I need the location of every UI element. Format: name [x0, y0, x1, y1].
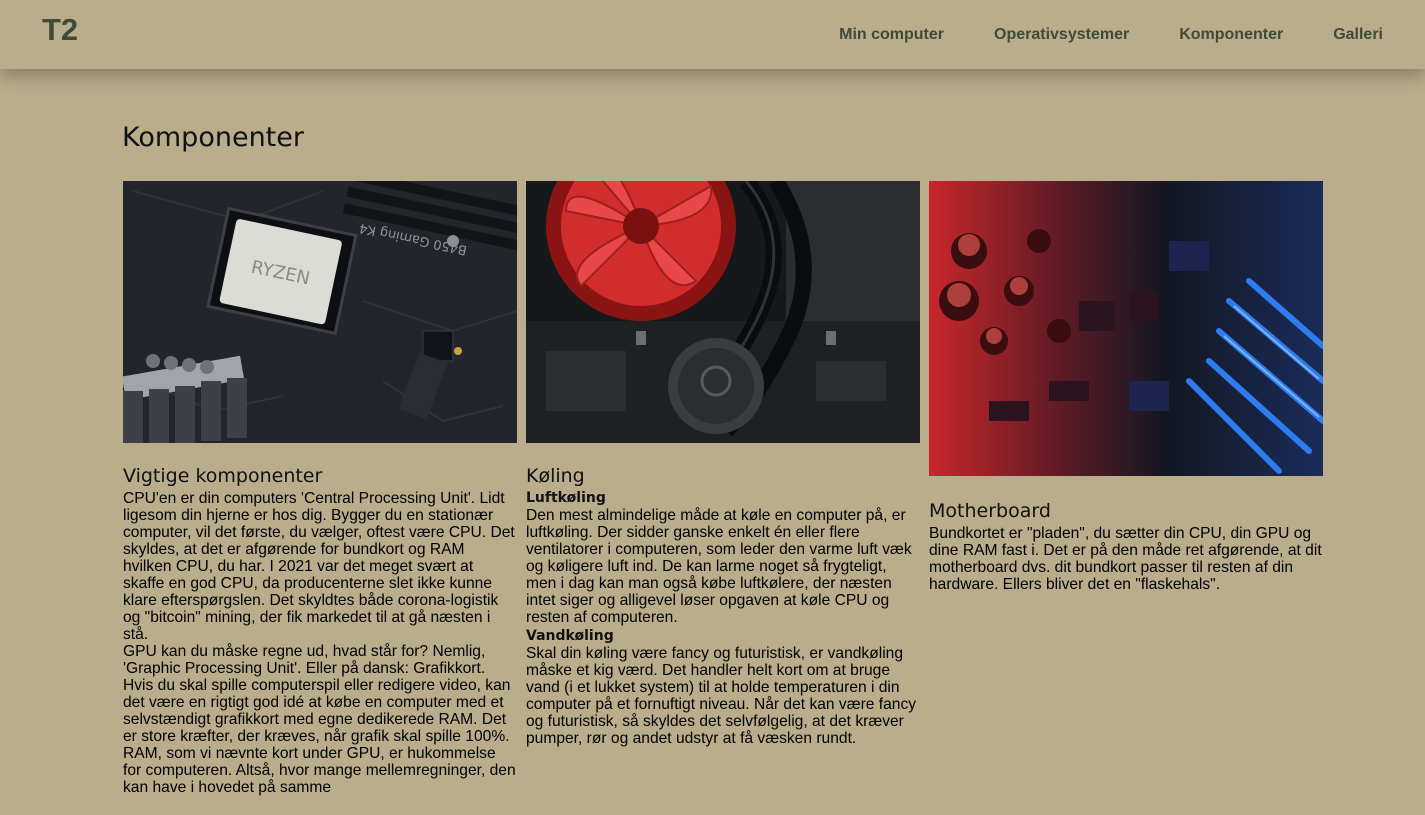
card-vigtige-komponenter: RYZEN B450 Gaming K4 Vigtige komponenter…: [123, 181, 517, 796]
paragraph-motherboard: Bundkortet er "pladen", du sætter din CP…: [929, 525, 1322, 593]
card-koeling: Køling Luftkøling Den mest almindelige m…: [526, 181, 920, 747]
card-title: Køling: [526, 465, 585, 487]
top-navigation-bar: T2 Min computer Operativsystemer Kompone…: [0, 0, 1425, 69]
subtitle-luftkoeling: Luftkøling: [526, 490, 606, 506]
cpu-motherboard-photo: RYZEN B450 Gaming K4: [123, 181, 517, 443]
paragraph-vandkoeling: Skal din køling være fancy og futuristis…: [526, 645, 917, 747]
motherboard-closeup-photo: [929, 181, 1323, 476]
subtitle-vandkoeling: Vandkøling: [526, 628, 614, 644]
nav-link-operativsystemer[interactable]: Operativsystemer: [994, 26, 1129, 44]
paragraph-luftkoeling: Den mest almindelige måde at køle en com…: [526, 507, 912, 626]
card-motherboard: Motherboard Bundkortet er "pladen", du s…: [929, 181, 1323, 593]
main-nav: Min computer Operativsystemer Komponente…: [789, 26, 1383, 44]
paragraph-cpu: CPU'en er din computers 'Central Process…: [123, 490, 515, 643]
page-title: Komponenter: [122, 122, 304, 153]
site-logo[interactable]: T2: [42, 12, 78, 48]
card-title: Motherboard: [929, 500, 1051, 522]
nav-link-min-computer[interactable]: Min computer: [839, 26, 944, 44]
paragraph-gpu: GPU kan du måske regne ud, hvad står for…: [123, 643, 511, 745]
nav-link-komponenter[interactable]: Komponenter: [1179, 26, 1283, 44]
paragraph-ram: RAM, som vi nævnte kort under GPU, er hu…: [123, 745, 516, 796]
nav-link-galleri[interactable]: Galleri: [1333, 26, 1383, 44]
card-title: Vigtige komponenter: [123, 465, 323, 487]
cpu-cooler-photo: [526, 181, 920, 443]
